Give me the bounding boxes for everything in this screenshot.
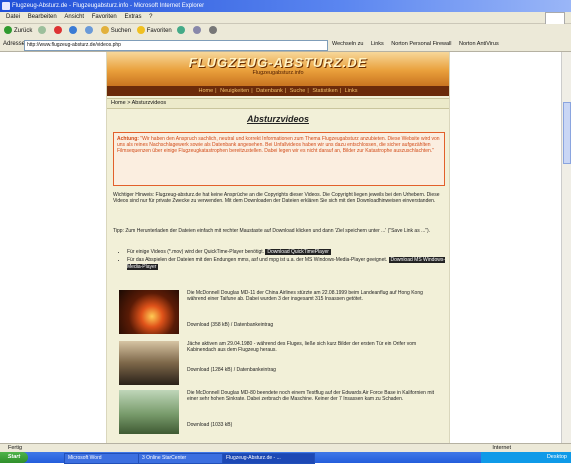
mail-button[interactable] [193,24,203,38]
print-icon [208,26,217,35]
stop-button[interactable] [53,24,64,38]
stop-icon [53,26,62,35]
video-description: Die McDonnell Douglas MD-80 beendete noc… [187,390,434,403]
menu-ansicht[interactable]: Ansicht [64,14,84,20]
nav-neuigkeiten[interactable]: Neuigkeiten [220,88,249,94]
video-download-link[interactable]: Download (358 kB) / Datenbankeintrag [187,322,443,328]
copyright-notice: Wichtiger Hinweis: Flugzeug-absturz.de h… [113,192,440,205]
nav-home[interactable]: Home [199,88,214,94]
search-button[interactable]: Suchen [100,24,131,38]
list-item: Für einige Videos (*.mov) wird der Quick… [127,249,449,255]
video-description: Jäche aktiven am 29.04.1980 - während de… [187,341,417,354]
nav-links[interactable]: Links [345,88,358,94]
taskbar-item[interactable]: 3 Online StarCenter [138,453,223,464]
warning-box: Achtung: "Wir haben den Anspruch sachlic… [113,132,445,186]
toolbar: Zurück Suchen Favoriten [0,24,571,38]
address-bar: Adresse http://www.flugzeug-absturz.de/v… [0,38,571,52]
home-icon [85,26,94,35]
address-extras: Wechseln zu Links Norton Personal Firewa… [332,38,499,51]
address-label: Adresse [3,41,26,47]
star-icon [136,26,145,35]
video-thumbnail[interactable] [119,290,179,334]
taskbar-item[interactable]: Flugzeug-Absturz.de - ... [222,453,315,464]
page-content: FLUGZEUG-ABSTURZ.DE Flugzeugabsturz.info… [106,52,450,443]
ie-icon [2,2,10,10]
zone-text: Internet [492,445,511,451]
menu-bearbeiten[interactable]: Bearbeiten [28,14,57,20]
video-item: Die McDonnell Douglas MD-11 der China Ai… [117,290,443,340]
warning-text: "Wir haben den Anspruch sachlich, neutra… [117,136,440,155]
video-item: Jäche aktiven am 29.04.1980 - während de… [117,341,443,391]
video-item: Die McDonnell Douglas MD-80 beendete noc… [117,390,443,440]
site-nav: Home | Neuigkeiten | Datenbank | Suche | Sta… [107,86,449,96]
menu-bar: Datei Bearbeiten Ansicht Favoriten Extra… [0,12,571,24]
browser-viewport: FLUGZEUG-ABSTURZ.DE Flugzeugabsturz.info… [0,52,562,443]
address-input[interactable]: http://www.flugzeug-absturz.de/videos.ph… [24,40,328,51]
nav-statistiken[interactable]: Statistiken [312,88,337,94]
list-item: Für das Abspielen der Dateien mit den En… [127,257,449,270]
site-subtitle: Flugzeugabsturz.info [252,70,304,76]
nav-suche[interactable]: Suche [290,88,306,94]
vertical-scrollbar[interactable] [561,52,571,443]
site-logo[interactable]: FLUGZEUG-ABSTURZ.DE [107,55,449,70]
player-list: Für einige Videos (*.mov) wird der Quick… [121,249,449,272]
media-button[interactable] [177,24,187,38]
taskbar-item[interactable]: Microsoft Word [64,453,139,464]
forward-arrow-icon [38,26,47,35]
video-download-link[interactable]: Download (1033 kB) [187,422,443,428]
norton-antivirus-button[interactable]: Norton AntiVirus [459,41,499,47]
refresh-icon [69,26,78,35]
page-title: Absturzvideos [246,114,309,124]
menu-extras[interactable]: Extras [124,14,141,20]
download-tip: Tipp: Zum Herunterladen der Dateien einf… [113,228,431,234]
tray-desktop[interactable]: Desktop [547,454,567,460]
menu-help[interactable]: ? [149,14,152,20]
status-text: Fertig [8,445,23,451]
media-icon [177,26,186,35]
search-icon [100,26,109,35]
scrollbar-thumb[interactable] [563,102,571,164]
norton-firewall-button[interactable]: Norton Personal Firewall [391,41,451,47]
mail-icon [193,26,202,35]
refresh-button[interactable] [69,24,79,38]
taskbar: Start Microsoft Word 3 Online StarCenter… [0,452,571,464]
warning-lead: Achtung: [117,136,139,142]
status-bar: Fertig Internet [0,443,571,452]
video-description: Die McDonnell Douglas MD-11 der China Ai… [187,290,423,303]
back-button[interactable]: Zurück [4,24,32,38]
links-button[interactable]: Links [371,41,384,47]
back-arrow-icon [4,26,12,35]
video-thumbnail[interactable] [119,390,179,434]
video-thumbnail[interactable] [119,341,179,385]
menu-datei[interactable]: Datei [6,14,20,20]
go-button[interactable]: Wechseln zu [332,41,363,47]
favorites-button[interactable]: Favoriten [136,24,172,38]
system-tray: Desktop [481,452,571,463]
start-button[interactable]: Start [0,452,28,463]
print-button[interactable] [208,24,219,38]
nav-datenbank[interactable]: Datenbank [256,88,283,94]
breadcrumb[interactable]: Home > Absturzvideos [107,98,449,109]
download-quicktime-button[interactable]: Download QuickTimePlayer [265,249,331,255]
menu-favoriten[interactable]: Favoriten [92,14,117,20]
forward-button[interactable] [38,24,48,38]
window-titlebar: Flugzeug-Absturz.de - Flugzeugabsturz.in… [0,0,571,12]
site-header: FLUGZEUG-ABSTURZ.DE Flugzeugabsturz.info [107,52,449,86]
home-button[interactable] [85,24,95,38]
window-title: Flugzeug-Absturz.de - Flugzeugabsturz.in… [12,3,205,9]
video-download-link[interactable]: Download (1284 kB) / Datenbankeintrag [187,367,443,373]
